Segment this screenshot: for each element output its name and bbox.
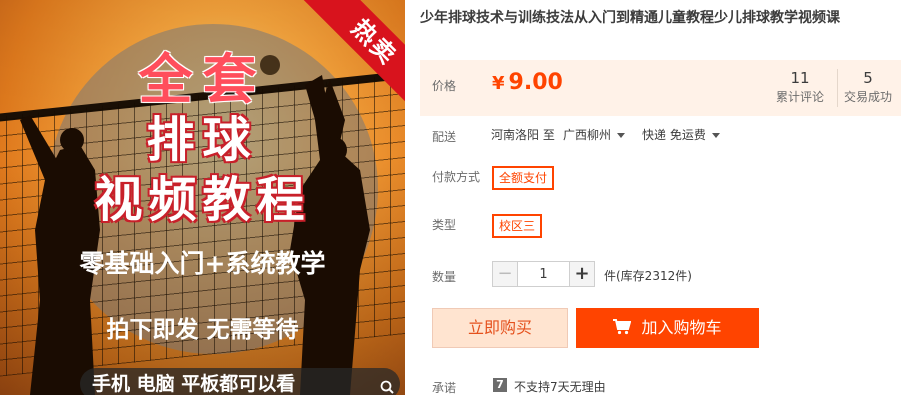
shipping-method-select[interactable]: 快递 免运费 bbox=[642, 126, 720, 143]
price-amount: 9.00 bbox=[508, 70, 563, 95]
add-to-cart-label: 加入购物车 bbox=[641, 318, 722, 337]
chevron-down-icon bbox=[617, 133, 626, 138]
type-option[interactable]: 校区三 bbox=[492, 214, 543, 238]
stock-text: 件(库存2312件) bbox=[604, 269, 692, 283]
shipping-from: 河南洛阳 至 bbox=[491, 128, 555, 142]
promise-text: 不支持7天无理由 bbox=[514, 380, 606, 394]
reviews-stat[interactable]: 11 累计评论 bbox=[770, 69, 830, 107]
quantity-input[interactable] bbox=[517, 261, 570, 287]
sales-stat: 5 交易成功 bbox=[837, 69, 898, 107]
payment-option-full[interactable]: 全额支付 bbox=[492, 166, 555, 190]
shipping-method: 快递 免运费 bbox=[642, 128, 706, 142]
shipping-label: 配送 bbox=[432, 130, 457, 144]
quantity-label: 数量 bbox=[432, 270, 457, 284]
seven-day-icon: 7 bbox=[493, 378, 507, 392]
currency-symbol: ¥ bbox=[492, 73, 505, 94]
buy-now-button[interactable]: 立即购买 bbox=[432, 308, 568, 348]
sales-label: 交易成功 bbox=[843, 90, 892, 104]
image-slogan: 拍下即发 无需等待 bbox=[106, 317, 299, 343]
cart-icon bbox=[613, 318, 632, 334]
image-title-line-3: 视频教程 bbox=[94, 172, 311, 228]
image-subtitle: 零基础入门+系统教学 bbox=[79, 249, 326, 278]
shipping-destination: 广西柳州 bbox=[563, 128, 612, 142]
sales-count: 5 bbox=[863, 69, 873, 87]
price-label: 价格 bbox=[432, 79, 457, 93]
add-to-cart-button[interactable]: 加入购物车 bbox=[576, 308, 759, 348]
type-label: 类型 bbox=[432, 218, 457, 232]
promise-label: 承诺 bbox=[432, 381, 457, 395]
product-title: 少年排球技术与训练技法从入门到精通儿童教程少儿排球教学视频课 bbox=[420, 10, 840, 26]
reviews-count: 11 bbox=[790, 69, 810, 87]
payment-label: 付款方式 bbox=[432, 170, 481, 184]
shipping-destination-select[interactable]: 广西柳州 bbox=[563, 126, 626, 143]
product-image[interactable]: 热卖 全套 排球 视频教程 零基础入门+系统教学 拍下即发 无需等待 手机 电脑… bbox=[0, 0, 405, 395]
quantity-decrease-button[interactable]: − bbox=[492, 261, 518, 287]
reviews-label: 累计评论 bbox=[775, 90, 824, 104]
device-banner: 手机 电脑 平板都可以看 bbox=[80, 368, 400, 395]
chevron-down-icon bbox=[711, 133, 720, 138]
zoom-icon[interactable] bbox=[380, 380, 394, 394]
price-box: 价格 ¥9.00 11 累计评论 5 交易成功 bbox=[420, 60, 901, 116]
quantity-increase-button[interactable]: + bbox=[569, 261, 595, 287]
price-value: ¥9.00 bbox=[492, 70, 563, 95]
